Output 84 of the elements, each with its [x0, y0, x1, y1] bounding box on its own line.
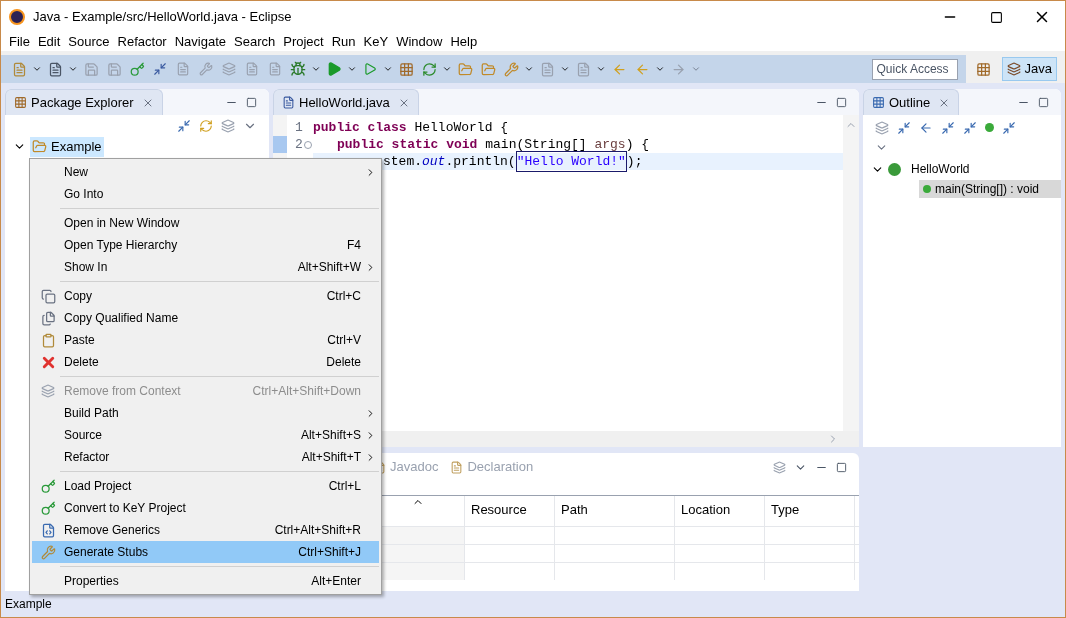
clipboard-icon: [40, 332, 56, 348]
menu-item[interactable]: Paste Ctrl+V: [32, 329, 379, 351]
folder-icon: [32, 139, 47, 155]
key-icon: [40, 500, 56, 516]
caret-icon[interactable]: [524, 64, 534, 74]
caret-icon[interactable]: [311, 64, 321, 74]
public-members-icon[interactable]: [985, 123, 994, 132]
quick-access-field[interactable]: Quick Access: [871, 58, 958, 80]
copy-icon: [40, 288, 56, 304]
collapse-all-icon[interactable]: [897, 121, 911, 135]
eclipse-logo-icon: [9, 9, 25, 25]
filter-icon[interactable]: [221, 119, 235, 133]
caret-icon[interactable]: [68, 64, 78, 74]
column-header[interactable]: Resource: [465, 496, 555, 526]
line-number: 2: [295, 135, 303, 154]
java-file-icon: [282, 96, 295, 109]
menu-item[interactable]: Remove Generics Ctrl+Alt+Shift+R: [32, 519, 379, 541]
menu-item[interactable]: Show In Alt+Shift+W: [32, 256, 379, 278]
caret-icon[interactable]: [442, 64, 452, 74]
method-icon: [923, 185, 931, 193]
class-icon: [888, 162, 901, 176]
tree-item[interactable]: HelloWorld: [909, 160, 972, 178]
documents-icon: [40, 310, 56, 326]
view-tab[interactable]: Package Explorer: [5, 89, 163, 115]
caret-icon[interactable]: [596, 64, 606, 74]
code-line: public static void main(String[] args) {: [336, 136, 651, 153]
filter-icon[interactable]: [773, 460, 786, 474]
menu-item[interactable]: Help: [446, 32, 482, 52]
caret-icon[interactable]: [655, 64, 665, 74]
menu-item[interactable]: Run: [327, 32, 360, 52]
menu-item[interactable]: Source Alt+Shift+S: [32, 424, 379, 446]
menu-item[interactable]: Open in New Window: [32, 212, 379, 234]
caret-icon[interactable]: [560, 64, 570, 74]
menu-item[interactable]: Search: [230, 32, 280, 52]
caret-icon[interactable]: [383, 64, 393, 74]
wrench-icon: [40, 544, 56, 560]
layers-icon: [41, 384, 55, 398]
menu-item[interactable]: Delete Delete: [32, 351, 379, 373]
caret-icon[interactable]: [347, 64, 357, 74]
perspective-icon: [1006, 62, 1021, 76]
menu-item[interactable]: Navigate: [170, 32, 230, 52]
code-line: public class HelloWorld {: [313, 119, 510, 136]
hide-static-icon[interactable]: [963, 121, 977, 135]
menu-item[interactable]: Load Project Ctrl+L: [32, 475, 379, 497]
view-tab[interactable]: HelloWorld.java: [273, 89, 419, 115]
window-title: Java - Example/src/HelloWorld.java - Eclipse: [33, 8, 292, 27]
column-header[interactable]: Type: [765, 496, 855, 526]
collapse-all-icon[interactable]: [177, 119, 191, 133]
menu-item[interactable]: Refactor Alt+Shift+T: [32, 446, 379, 468]
menu-item[interactable]: Source: [64, 32, 114, 52]
menu-item[interactable]: Open Type Hierarchy F4: [32, 234, 379, 256]
menu-item[interactable]: Go Into: [32, 183, 379, 205]
key-icon: [40, 478, 56, 494]
column-header[interactable]: Location: [675, 496, 765, 526]
tree-item[interactable]: Example: [30, 137, 104, 157]
menu-item[interactable]: KeY: [359, 32, 393, 52]
filter-icon[interactable]: [875, 121, 889, 135]
java-perspective-button[interactable]: Java: [1001, 57, 1057, 81]
column-header[interactable]: Path: [555, 496, 675, 526]
change-marker: [273, 136, 287, 153]
caret-icon[interactable]: [32, 64, 42, 74]
tree-item[interactable]: main(String[]) : void: [919, 180, 1061, 198]
menu-item[interactable]: Build Path: [32, 402, 379, 424]
menu-item[interactable]: Properties Alt+Enter: [32, 570, 379, 592]
document-icon: [450, 460, 464, 474]
view-tab[interactable]: Outline: [863, 89, 960, 115]
menu-item[interactable]: Copy Ctrl+C: [32, 285, 379, 307]
menu-item[interactable]: Generate Stubs Ctrl+Shift+J: [32, 541, 379, 563]
menu-item[interactable]: Refactor: [113, 32, 171, 52]
code-file-icon: [40, 522, 56, 538]
menu-item[interactable]: Window: [392, 32, 447, 52]
package-icon: [14, 96, 27, 109]
link-icon[interactable]: [199, 119, 213, 133]
menu-item[interactable]: Project: [279, 32, 328, 52]
menu-item[interactable]: File: [5, 32, 34, 52]
menu-item[interactable]: Convert to KeY Project: [32, 497, 379, 519]
menu-item[interactable]: Copy Qualified Name: [32, 307, 379, 329]
outline-icon: [872, 96, 885, 109]
sort-icon[interactable]: [919, 121, 933, 135]
line-number: 1: [295, 118, 303, 137]
menu-item[interactable]: Edit: [33, 32, 65, 52]
status-text: Example: [5, 596, 52, 613]
hide-fields-icon[interactable]: [941, 121, 955, 135]
hide-local-icon[interactable]: [1002, 121, 1016, 135]
